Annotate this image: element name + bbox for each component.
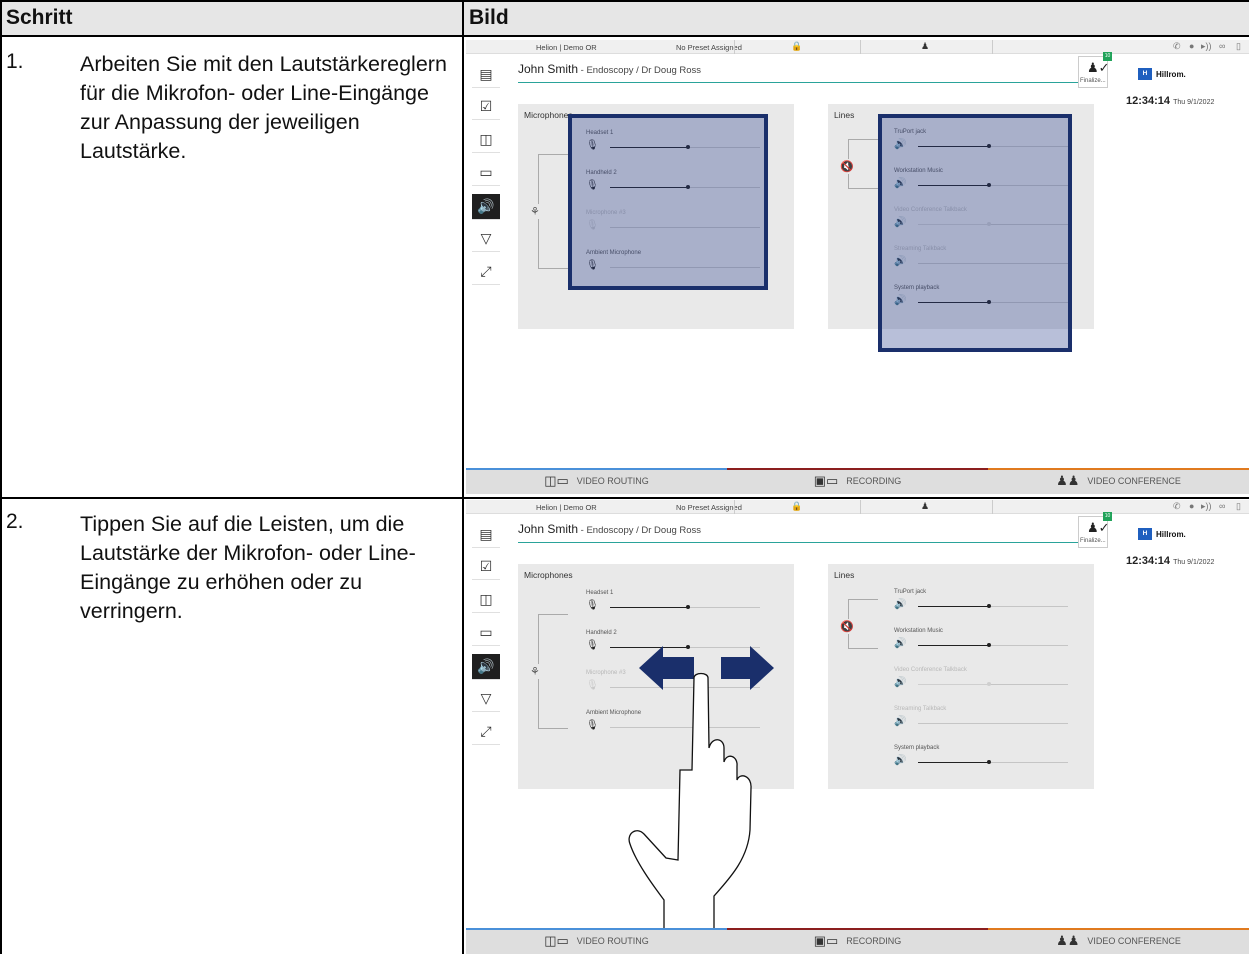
nav-patient-icon[interactable]: ▤ [472, 62, 500, 88]
video-routing-icon: ◫▭ [544, 473, 569, 488]
nav-checklist-icon[interactable]: ☑ [472, 94, 500, 120]
header-step-label: Schritt [6, 6, 73, 29]
mic-mute-all-icon[interactable]: ⚘ [530, 204, 540, 219]
step-number: 1. [6, 50, 24, 73]
finalize-button[interactable]: ♟✓ Finalize... 10 [1078, 52, 1112, 88]
recording-icon: ▣▭ [813, 473, 839, 488]
finalize-label: Finalize... [1080, 78, 1106, 84]
tab-label: RECORDING [846, 476, 902, 486]
screenshot-step-1: Helion | Demo OR No Preset Assigned 🔒 ♟ … [466, 40, 1249, 494]
video-conference-icon: ♟♟ [1056, 473, 1080, 488]
preset-label: No Preset Assigned [676, 43, 742, 52]
patient-header: John Smith - Endoscopy / Dr Doug Ross [518, 62, 701, 76]
status-bar: Helion | Demo OR No Preset Assigned 🔒 ♟ … [466, 40, 1249, 54]
brand-logo: H Hillrom. [1138, 66, 1216, 82]
highlight-microphones [568, 114, 768, 290]
audio-out-icon: ▸)) [1201, 41, 1212, 51]
line-mute-all-icon[interactable]: 🔇 [840, 159, 854, 174]
nav-audio-icon[interactable]: 🔊 [472, 194, 500, 220]
tab-label: VIDEO ROUTING [576, 476, 649, 486]
clock-time: 12:34:14 [1126, 95, 1171, 107]
user-check-icon: ♟✓ [1087, 60, 1110, 75]
mic-group-bracket [538, 154, 568, 269]
phone-icon[interactable]: ✆ [1173, 41, 1181, 52]
patient-procedure: - Endoscopy / Dr Doug Ross [578, 65, 702, 76]
recording-icon: ▣▭ [813, 933, 839, 948]
glasses-icon: ∞ [1219, 41, 1226, 51]
highlight-lines [878, 114, 1072, 352]
nav-layout-icon[interactable]: ◫ [472, 127, 500, 153]
step-number: 2. [6, 510, 24, 533]
nav-light-icon[interactable]: ▽ [472, 226, 500, 252]
patient-divider [518, 82, 1086, 83]
step-instruction: Tippen Sie auf die Leisten, um die Lauts… [80, 512, 416, 623]
lines-title: Lines [834, 110, 855, 120]
tab-recording[interactable]: ▣▭ RECORDING [727, 468, 988, 494]
microphones-title: Microphones [524, 110, 573, 120]
header-image-cell: Bild [463, 0, 1249, 36]
brand-mark: H [1138, 68, 1152, 80]
team-icon[interactable]: ♟ [921, 41, 929, 52]
clock: 12:34:14 Thu 9/1/2022 [1126, 95, 1214, 107]
brand-name: Hillrom. [1156, 69, 1186, 79]
pointing-hand-icon [628, 672, 752, 931]
tab-video-conference[interactable]: ♟♟ VIDEO CONFERENCE [988, 928, 1249, 954]
tab-label: VIDEO CONFERENCE [1087, 476, 1181, 486]
location-label: Helion | Demo OR [536, 43, 597, 52]
tab-video-conference[interactable]: ♟♟ VIDEO CONFERENCE [988, 468, 1249, 494]
arrow-right-icon [721, 646, 774, 690]
tab-video-routing[interactable]: ◫▭ VIDEO ROUTING [466, 468, 727, 494]
battery-icon: ▯ [1236, 41, 1241, 51]
swipe-gesture-overlay [628, 646, 774, 931]
lock-icon[interactable]: 🔒 [791, 41, 802, 52]
header-step-cell: Schritt [0, 0, 463, 36]
tab-recording[interactable]: ▣▭ RECORDING [727, 928, 988, 954]
tab-label: RECORDING [846, 936, 902, 946]
tab-label: VIDEO ROUTING [576, 936, 649, 946]
video-routing-icon: ◫▭ [544, 933, 569, 948]
nav-camera-icon[interactable]: ⤢ [472, 259, 500, 285]
tab-video-routing[interactable]: ◫▭ VIDEO ROUTING [466, 928, 727, 954]
patient-name: John Smith [518, 62, 579, 76]
clock-date: Thu 9/1/2022 [1173, 99, 1215, 106]
record-dot-icon: ● [1189, 41, 1195, 51]
header-image-label: Bild [469, 6, 509, 29]
tab-label: VIDEO CONFERENCE [1087, 936, 1181, 946]
step-instruction: Arbeiten Sie mit den Lautstärkereglern f… [80, 52, 447, 163]
screenshot-step-2: Helion | Demo OR No Preset Assigned 🔒 ♟ … [466, 500, 1249, 954]
count-badge: 10 [1103, 52, 1112, 61]
nav-sidebar: ▤ ☑ ◫ ▭ 🔊 ▽ ⤢ [466, 54, 504, 354]
nav-display-icon[interactable]: ▭ [472, 160, 500, 186]
arrow-left-icon [639, 646, 694, 690]
video-conference-icon: ♟♟ [1056, 933, 1080, 948]
